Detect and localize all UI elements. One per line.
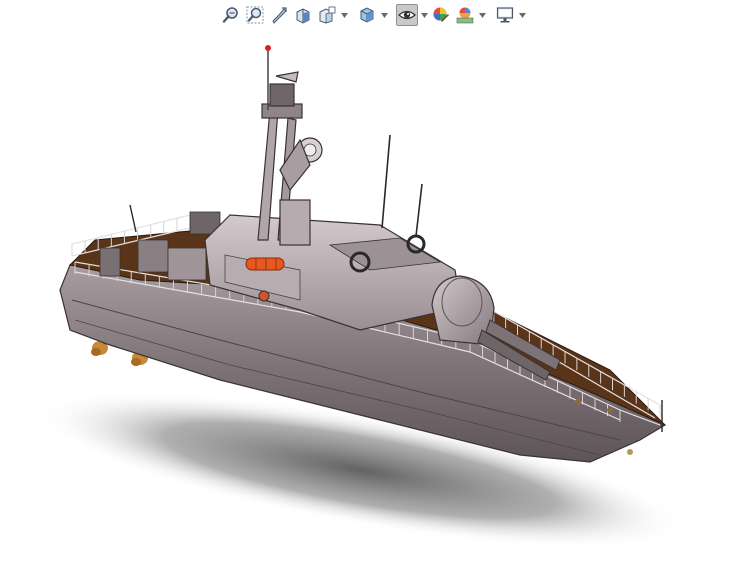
view-settings-dropdown[interactable] (518, 4, 526, 26)
display-style-dropdown[interactable] (380, 4, 388, 26)
view-orientation-dropdown[interactable] (340, 4, 348, 26)
mast-light (265, 45, 271, 51)
hide-show-items-button[interactable] (396, 4, 418, 26)
apply-scene-dropdown[interactable] (478, 4, 486, 26)
display-style-button[interactable] (356, 4, 378, 26)
heads-up-view-toolbar (220, 2, 526, 28)
view-settings-button[interactable] (494, 4, 516, 26)
chevron-down-icon (420, 12, 428, 18)
life-raft (245, 257, 285, 271)
apply-scene-button[interactable] (454, 4, 476, 26)
antenna-right (415, 183, 423, 237)
edit-appearance-icon (433, 7, 449, 22)
antenna-left (381, 134, 391, 229)
mast (257, 48, 323, 246)
apply-scene-icon (456, 7, 474, 24)
hide-show-items-icon (398, 10, 416, 20)
zoom-to-fit-icon (222, 7, 238, 23)
chevron-down-icon (340, 12, 348, 18)
zoom-to-area-button[interactable] (244, 4, 266, 26)
section-view-icon (296, 8, 310, 24)
chevron-down-icon (478, 12, 486, 18)
patrol-boat-3d-model[interactable] (0, 28, 739, 584)
chevron-down-icon (518, 12, 526, 18)
previous-view-button[interactable] (268, 4, 290, 26)
chevron-down-icon (380, 12, 388, 18)
hide-show-items-dropdown[interactable] (420, 4, 428, 26)
graphics-area[interactable] (0, 28, 739, 584)
view-orientation-icon (319, 6, 336, 24)
zoom-to-fit-button[interactable] (220, 4, 242, 26)
section-view-button[interactable] (292, 4, 314, 26)
view-orientation-button[interactable] (316, 4, 338, 26)
edit-appearance-button[interactable] (430, 4, 452, 26)
zoom-to-area-icon (246, 6, 264, 24)
previous-view-icon (272, 7, 287, 24)
display-style-icon (360, 7, 374, 23)
view-settings-icon (496, 7, 514, 23)
